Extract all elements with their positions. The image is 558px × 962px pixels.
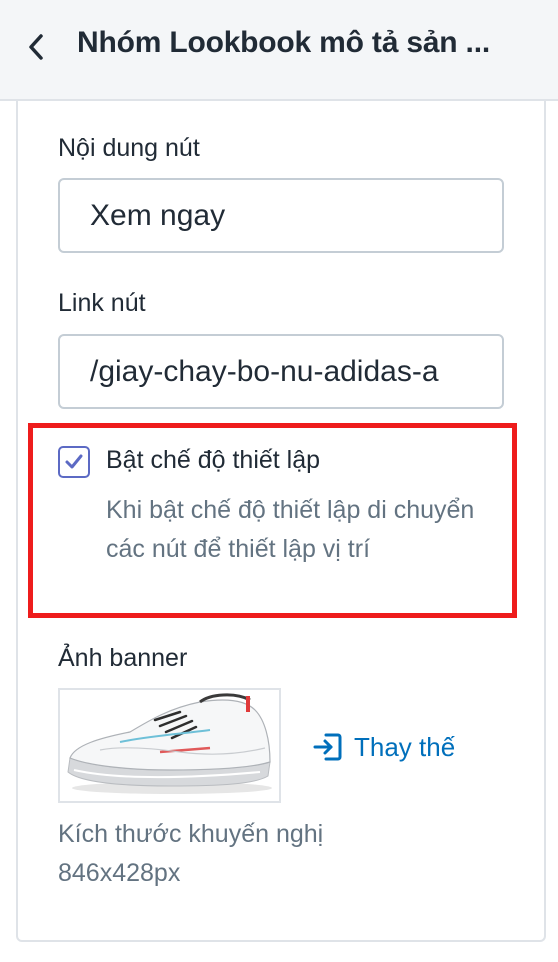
- button-text-label: Nội dung nút: [58, 134, 200, 162]
- button-link-label: Link nút: [58, 289, 146, 317]
- button-link-input[interactable]: [58, 334, 504, 409]
- chevron-left-icon[interactable]: [22, 30, 50, 64]
- import-icon: [313, 733, 342, 761]
- setup-mode-help-text: Khi bật chế độ thiết lập di chuyển các n…: [106, 496, 475, 563]
- page-title: Nhóm Lookbook mô tả sản ...: [77, 26, 490, 59]
- banner-label: Ảnh banner: [58, 644, 188, 672]
- button-text-input[interactable]: [58, 178, 504, 253]
- sneaker-image: [60, 690, 279, 801]
- banner-image[interactable]: [58, 688, 281, 803]
- top-bar: Nhóm Lookbook mô tả sản ...: [0, 0, 558, 101]
- setup-mode-checkbox[interactable]: [58, 446, 90, 478]
- banner-size-hint: Kích thước khuyến nghị 846x428px: [58, 820, 324, 887]
- setup-mode-label[interactable]: Bật chế độ thiết lập: [106, 446, 320, 475]
- replace-button[interactable]: Thay thế: [312, 730, 455, 764]
- replace-label[interactable]: Thay thế: [354, 732, 455, 763]
- checkmark-icon: [65, 454, 83, 469]
